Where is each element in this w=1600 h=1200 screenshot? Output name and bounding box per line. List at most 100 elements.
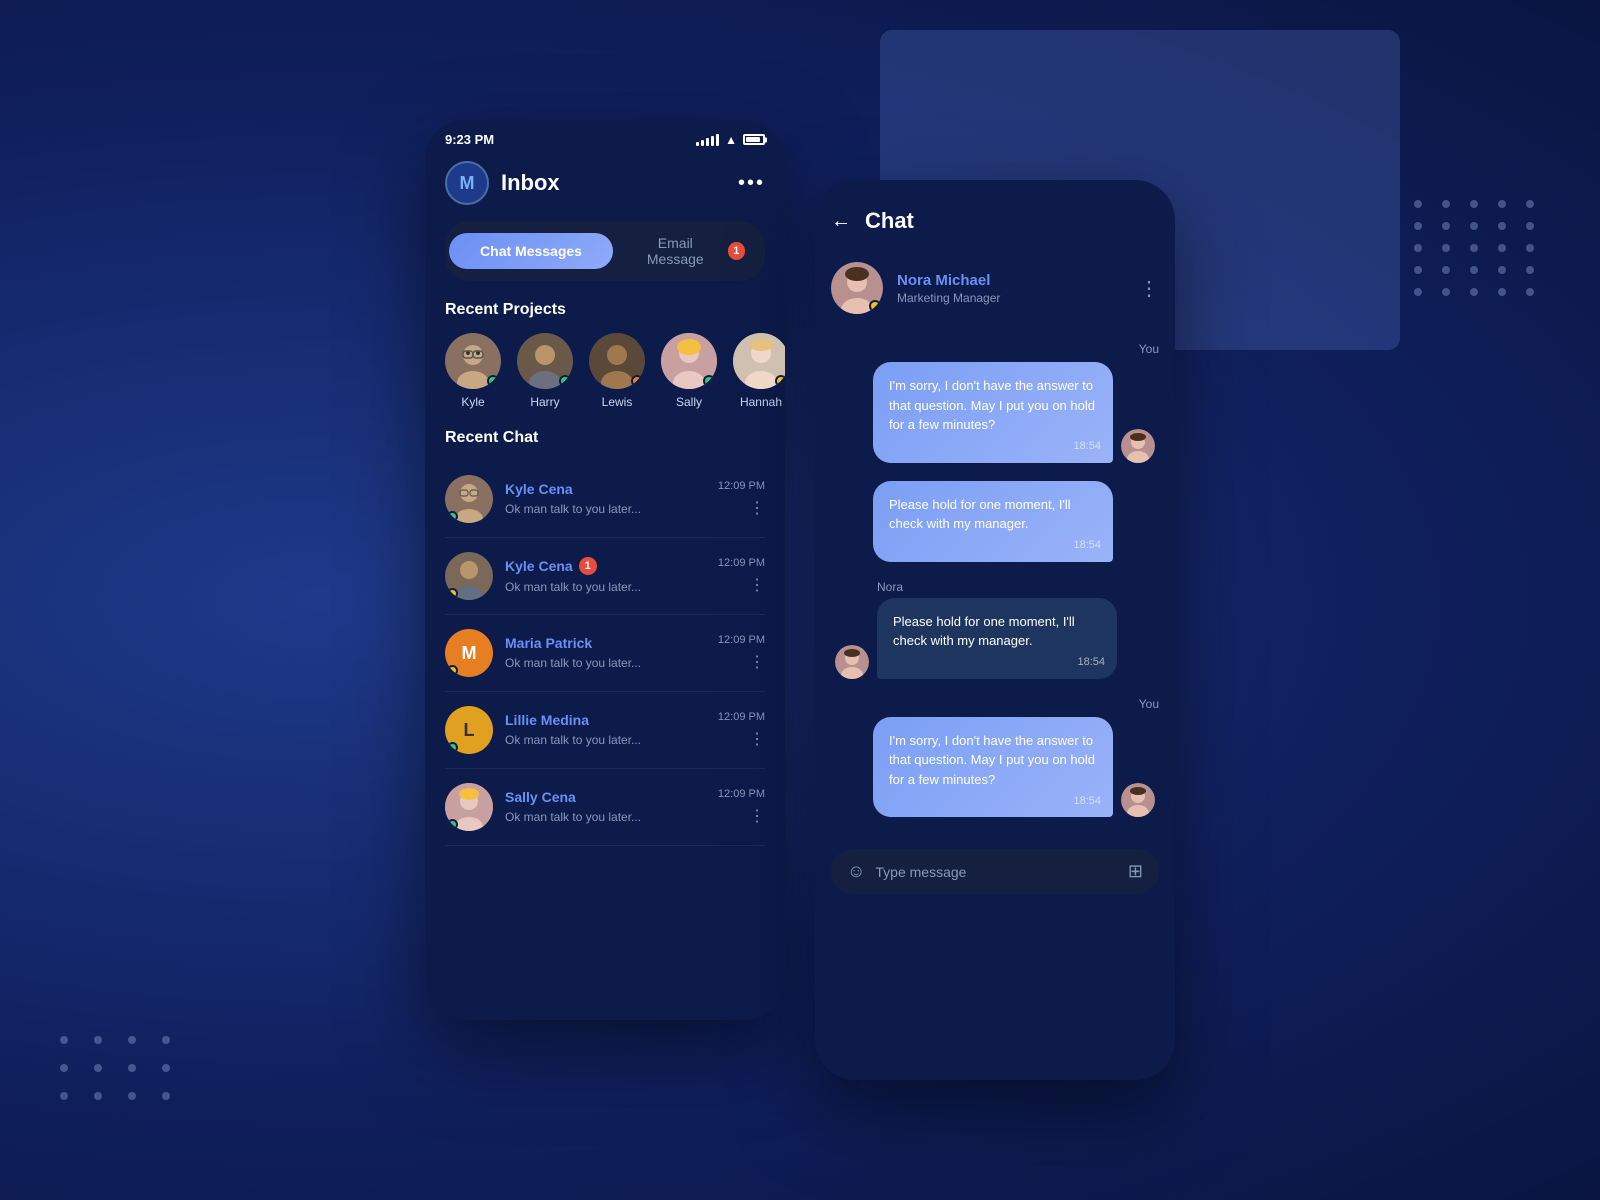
phone-inbox: 9:23 PM ▲ M Inbox — [425, 120, 785, 1020]
kyle2-status — [447, 588, 458, 599]
lewis-name: Lewis — [602, 395, 633, 409]
chat-item-kyle2[interactable]: Kyle Cena 1 Ok man talk to you later... … — [445, 538, 765, 615]
nora-name: Nora Michael — [897, 272, 1125, 289]
maria-preview: Ok man talk to you later... — [505, 656, 641, 670]
chat-item-kyle1[interactable]: Kyle Cena Ok man talk to you later... 12… — [445, 461, 765, 538]
maria-avatar: M — [445, 629, 493, 677]
kyle1-avatar — [445, 475, 493, 523]
sally-info: Sally Cena Ok man talk to you later... — [505, 789, 706, 826]
status-icons: ▲ — [696, 133, 765, 147]
msg1-text: I'm sorry, I don't have the answer to th… — [889, 378, 1095, 432]
kyle-avatar — [445, 333, 501, 389]
inbox-title: Inbox — [501, 170, 560, 196]
status-time: 9:23 PM — [445, 132, 494, 147]
chat-title: Chat — [865, 208, 1159, 234]
maria-time: 12:09 PM — [718, 634, 765, 646]
msg2-bubble: Please hold for one moment, I'll check w… — [873, 481, 1113, 562]
nora-contact-info: Nora Michael Marketing Manager — [897, 272, 1125, 305]
back-button[interactable]: ← — [831, 210, 851, 233]
contact-more-button[interactable]: ⋮ — [1139, 276, 1159, 301]
attach-icon[interactable]: ⊞ — [1128, 861, 1143, 882]
msg3-bubble: Please hold for one moment, I'll check w… — [877, 598, 1117, 679]
lillie-time: 12:09 PM — [718, 711, 765, 723]
project-person-harry[interactable]: Harry — [517, 333, 573, 409]
msg1-bubble: I'm sorry, I don't have the answer to th… — [873, 362, 1113, 463]
harry-avatar — [517, 333, 573, 389]
kyle1-time: 12:09 PM — [718, 480, 765, 492]
nora-role: Marketing Manager — [897, 291, 1125, 305]
chat-header: ← Chat — [815, 196, 1175, 250]
sally-status2 — [447, 819, 458, 830]
lillie-menu[interactable]: ⋮ — [749, 729, 765, 749]
msg3-sender-label: Nora — [831, 580, 1159, 594]
signal-icon — [696, 134, 719, 146]
lillie-name: Lillie Medina — [505, 712, 589, 728]
battery-icon — [743, 134, 765, 145]
sally-avatar — [661, 333, 717, 389]
project-person-hannah[interactable]: Hannah — [733, 333, 785, 409]
kyle1-preview: Ok man talk to you later... — [505, 502, 641, 516]
inbox-left: M Inbox — [445, 161, 560, 205]
kyle2-preview: Ok man talk to you later... — [505, 580, 641, 594]
msg3-avatar — [835, 645, 869, 679]
sally-meta: 12:09 PM ⋮ — [718, 788, 765, 826]
chat-item-sally[interactable]: Sally Cena Ok man talk to you later... 1… — [445, 769, 765, 846]
project-person-kyle[interactable]: Kyle — [445, 333, 501, 409]
message-input-bar: ☺ Type message ⊞ — [831, 849, 1159, 894]
wifi-icon: ▲ — [725, 133, 737, 147]
deco-dots-left — [60, 1036, 176, 1100]
nora-status — [869, 300, 881, 312]
msg4-avatar — [1121, 783, 1155, 817]
lewis-status — [631, 375, 643, 387]
msg4-sender-label: You — [831, 697, 1159, 711]
email-badge: 1 — [728, 242, 745, 260]
sally-preview: Ok man talk to you later... — [505, 810, 641, 824]
kyle2-meta: 12:09 PM ⋮ — [718, 557, 765, 595]
lillie-preview: Ok man talk to you later... — [505, 733, 641, 747]
message-2: Please hold for one moment, I'll check w… — [831, 481, 1159, 562]
more-options-button[interactable]: ••• — [738, 172, 765, 195]
status-bar: 9:23 PM ▲ — [425, 120, 785, 153]
nora-avatar — [831, 262, 883, 314]
kyle1-status — [447, 511, 458, 522]
msg1-time: 18:54 — [1073, 438, 1101, 455]
chat-item-maria[interactable]: M Maria Patrick Ok man talk to you later… — [445, 615, 765, 692]
project-person-lewis[interactable]: Lewis — [589, 333, 645, 409]
hannah-status — [775, 375, 785, 387]
user-avatar: M — [445, 161, 489, 205]
msg1-avatar — [1121, 429, 1155, 463]
lillie-status — [447, 742, 458, 753]
msg2-time: 18:54 — [1073, 537, 1101, 554]
message-input[interactable]: Type message — [875, 864, 1118, 880]
lillie-avatar: L — [445, 706, 493, 754]
sally-name-chat: Sally Cena — [505, 789, 576, 805]
kyle1-menu[interactable]: ⋮ — [749, 498, 765, 518]
inbox-header: M Inbox ••• — [425, 153, 785, 221]
lillie-meta: 12:09 PM ⋮ — [718, 711, 765, 749]
harry-name: Harry — [530, 395, 559, 409]
maria-menu[interactable]: ⋮ — [749, 652, 765, 672]
kyle1-name: Kyle Cena — [505, 481, 573, 497]
msg4-time: 18:54 — [1073, 793, 1101, 810]
msg1-row: I'm sorry, I don't have the answer to th… — [831, 362, 1159, 463]
message-4: You I'm sorry, I don't have the answer t… — [831, 697, 1159, 818]
msg2-row: Please hold for one moment, I'll check w… — [831, 481, 1159, 562]
kyle2-avatar — [445, 552, 493, 600]
tab-email-message[interactable]: Email Message 1 — [613, 225, 761, 277]
tabs-row: Chat Messages Email Message 1 — [445, 221, 765, 281]
sally-time: 12:09 PM — [718, 788, 765, 800]
chat-item-lillie[interactable]: L Lillie Medina Ok man talk to you later… — [445, 692, 765, 769]
msg3-text: Please hold for one moment, I'll check w… — [893, 614, 1075, 649]
recent-projects-title: Recent Projects — [425, 301, 785, 333]
lillie-info: Lillie Medina Ok man talk to you later..… — [505, 712, 706, 749]
msg3-row: Please hold for one moment, I'll check w… — [831, 598, 1159, 679]
project-person-sally[interactable]: Sally — [661, 333, 717, 409]
emoji-icon[interactable]: ☺ — [847, 861, 865, 882]
tab-chat-messages[interactable]: Chat Messages — [449, 233, 613, 269]
message-1: You I'm sorry, I don't have the answer t… — [831, 342, 1159, 463]
hannah-name: Hannah — [740, 395, 782, 409]
sally-chat-avatar — [445, 783, 493, 831]
phone-chat: ← Chat Nora Michael Marketing Manager ⋮ — [815, 180, 1175, 1080]
kyle2-menu[interactable]: ⋮ — [749, 575, 765, 595]
sally-menu[interactable]: ⋮ — [749, 806, 765, 826]
